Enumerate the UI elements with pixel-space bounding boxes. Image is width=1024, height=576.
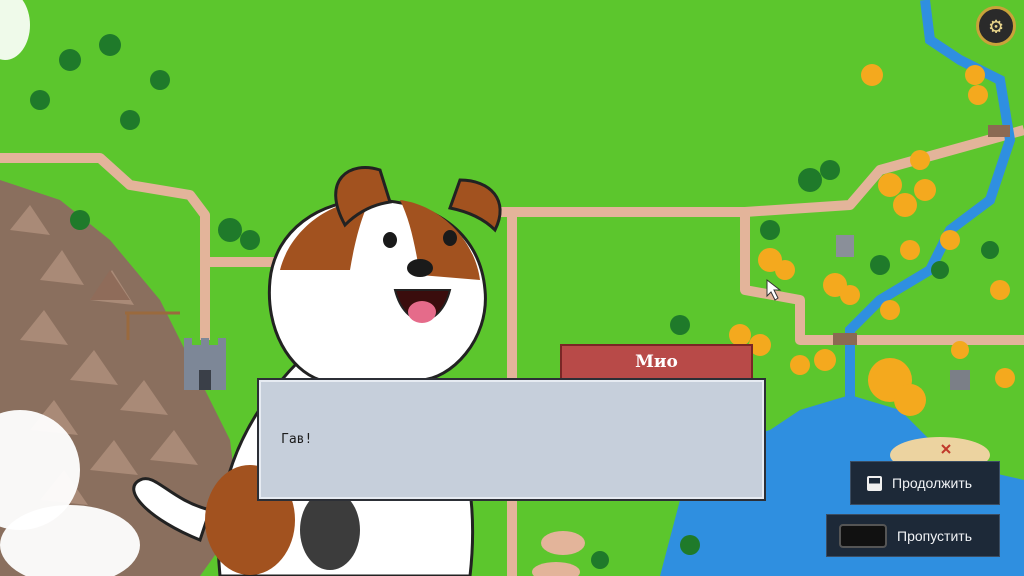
bridge [988, 125, 1010, 137]
skip-label: Пропустить [897, 527, 972, 544]
gear-icon: ⚙ [989, 13, 1003, 39]
spacebar-icon [839, 523, 887, 548]
dialog-box[interactable]: Гав! [257, 378, 766, 501]
dog-portrait [132, 165, 502, 576]
house [950, 370, 970, 390]
continue-button[interactable]: Продолжить [850, 461, 1000, 505]
speaker-name: Мио [635, 352, 678, 372]
bridge [833, 333, 857, 345]
settings-button[interactable]: ⚙ [976, 6, 1016, 46]
speaker-name-plate: Мио [560, 344, 753, 380]
key-icon [867, 475, 882, 491]
dirt-clearing [541, 531, 585, 555]
dialog-text: Гав! [281, 432, 313, 447]
skip-button[interactable]: Пропустить [826, 514, 1000, 557]
house [836, 235, 854, 257]
continue-label: Продолжить [892, 475, 973, 491]
